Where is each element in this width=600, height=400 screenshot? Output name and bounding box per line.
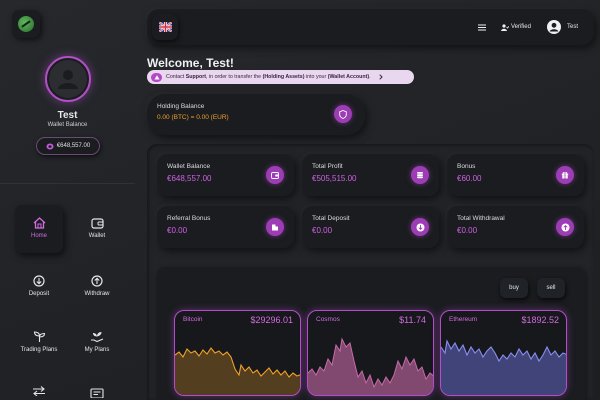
stat-total-deposit: Total Deposit €0.00	[302, 206, 439, 248]
wallet-icon	[271, 171, 279, 179]
sidebar-item-label: Trading Plans	[20, 346, 58, 353]
sidebar-item-label: Wallet	[88, 232, 106, 239]
notice-holding: (Holding Assets)	[262, 74, 305, 80]
page-title: Welcome, Test!	[147, 56, 234, 70]
bonus-stat-button[interactable]	[556, 166, 574, 184]
coins-stack-icon	[417, 172, 423, 179]
sidebar: Test Wallet Balance €648,557.00 Home Wal…	[0, 0, 135, 400]
cosmos-sparkline	[308, 337, 433, 395]
wallet-stat-button[interactable]	[266, 166, 284, 184]
sidebar-item-label: My Plans	[84, 346, 110, 353]
my-plans-icon	[91, 331, 104, 343]
user-label: Test	[566, 24, 578, 30]
notice-end: .	[369, 74, 371, 80]
withdraw-icon	[91, 275, 103, 288]
menu-icon[interactable]	[477, 23, 486, 31]
notice-support-link[interactable]: Support	[186, 74, 206, 80]
user-menu[interactable]: Test	[546, 20, 578, 34]
sidebar-item-label: Deposit	[28, 291, 50, 298]
holding-title: Holding Balance	[157, 103, 205, 110]
arrow-down-circle-icon	[416, 223, 424, 231]
stat-total-profit: Total Profit €505,515.00	[302, 154, 439, 196]
account-circle-icon	[546, 20, 561, 34]
notice-wallet: (Wallet Account)	[327, 74, 370, 80]
trading-plans-icon	[33, 331, 45, 342]
stat-title: Referral Bonus	[167, 215, 211, 222]
coin-price: $29296.01	[250, 315, 293, 325]
sidebar-item-wallet[interactable]: Wallet	[73, 205, 121, 253]
gift-icon	[561, 171, 569, 179]
alert-icon	[151, 72, 162, 82]
deposit-stat-button[interactable]	[411, 218, 429, 236]
stat-title: Total Deposit	[312, 215, 350, 222]
stat-title: Wallet Balance	[167, 163, 211, 170]
stat-wallet-balance: Wallet Balance €648,557.00	[157, 154, 294, 196]
bitcoin-sparkline	[175, 347, 300, 395]
stat-total-withdrawal: Total Withdrawal €0.00	[447, 206, 584, 248]
shield-button[interactable]	[334, 105, 352, 123]
sell-button[interactable]: sell	[537, 278, 565, 298]
stat-title: Total Withdrawal	[457, 215, 505, 222]
transfer-icon[interactable]	[32, 386, 46, 396]
withdrawal-stat-button[interactable]	[556, 218, 574, 236]
coin-card-ethereum[interactable]: Ethereum $1892.52	[440, 310, 567, 396]
sidebar-item-my-plans[interactable]: My Plans	[73, 318, 121, 366]
sidebar-item-trading-plans[interactable]: Trading Plans	[15, 318, 63, 366]
app-logo[interactable]	[12, 10, 40, 38]
support-notice[interactable]: Contact Support, in order to transfer th…	[147, 70, 414, 84]
leaf-logo-icon	[18, 16, 34, 32]
arrow-up-circle-icon	[561, 223, 569, 231]
coins-icon	[46, 143, 54, 149]
home-icon	[33, 217, 45, 230]
wallet-icon	[90, 218, 104, 229]
top-bar: Verified Test	[147, 9, 594, 45]
referral-stat-button[interactable]	[266, 218, 284, 236]
coin-name: Cosmos	[316, 316, 340, 323]
sidebar-balance-value: €648,557.00	[56, 143, 91, 149]
sidebar-item-withdraw[interactable]: Withdraw	[73, 263, 121, 311]
verified-badge[interactable]: Verified	[500, 23, 531, 31]
coin-card-bitcoin[interactable]: Bitcoin $29296.01	[174, 310, 301, 396]
language-button[interactable]	[152, 14, 178, 40]
coin-name: Bitcoin	[183, 316, 203, 323]
sidebar-item-deposit[interactable]: Deposit	[15, 263, 63, 311]
chevron-right-icon	[378, 74, 383, 80]
stat-title: Bonus	[457, 163, 476, 170]
coin-price: $11.74	[399, 315, 426, 325]
sidebar-item-label: Home	[30, 233, 47, 240]
user-avatar-icon	[58, 70, 78, 89]
verified-label: Verified	[510, 24, 531, 30]
notice-into: into your	[304, 74, 328, 80]
holding-balance-card: Holding Balance 0.00 (BTC) = 0.00 (EUR)	[147, 94, 365, 135]
ethereum-sparkline	[441, 339, 566, 395]
coin-card-cosmos[interactable]: Cosmos $11.74	[307, 310, 434, 396]
deposit-icon	[33, 275, 45, 288]
coin-name: Ethereum	[449, 316, 478, 323]
building-icon	[272, 224, 278, 231]
profit-stat-button[interactable]	[411, 166, 429, 184]
notice-text: Contact Support, in order to transfer th…	[166, 74, 371, 80]
buy-button[interactable]: buy	[500, 278, 528, 298]
sidebar-divider	[0, 183, 135, 184]
document-icon[interactable]	[90, 388, 104, 398]
notice-middle: , in order to transfer the	[206, 74, 263, 80]
sidebar-user-subtitle: Wallet Balance	[47, 122, 88, 128]
stat-title: Total Profit	[312, 163, 343, 170]
stat-bonus: Bonus €60.00	[447, 154, 584, 196]
sidebar-user-name: Test	[57, 110, 78, 121]
coin-price: $1892.52	[521, 315, 559, 325]
sidebar-balance-badge: €648,557.00	[36, 137, 100, 155]
shield-icon	[339, 109, 347, 119]
dashboard: Test Wallet Balance €648,557.00 Home Wal…	[0, 0, 600, 400]
user-check-icon	[500, 23, 509, 31]
avatar[interactable]	[45, 56, 91, 102]
sidebar-item-label: Withdraw	[84, 291, 110, 298]
uk-flag-icon	[158, 22, 172, 32]
sidebar-item-home[interactable]: Home	[15, 205, 63, 253]
holding-value: 0.00 (BTC) = 0.00 (EUR)	[157, 114, 229, 121]
notice-prefix: Contact	[166, 74, 186, 80]
stat-referral-bonus: Referral Bonus €0.00	[157, 206, 294, 248]
